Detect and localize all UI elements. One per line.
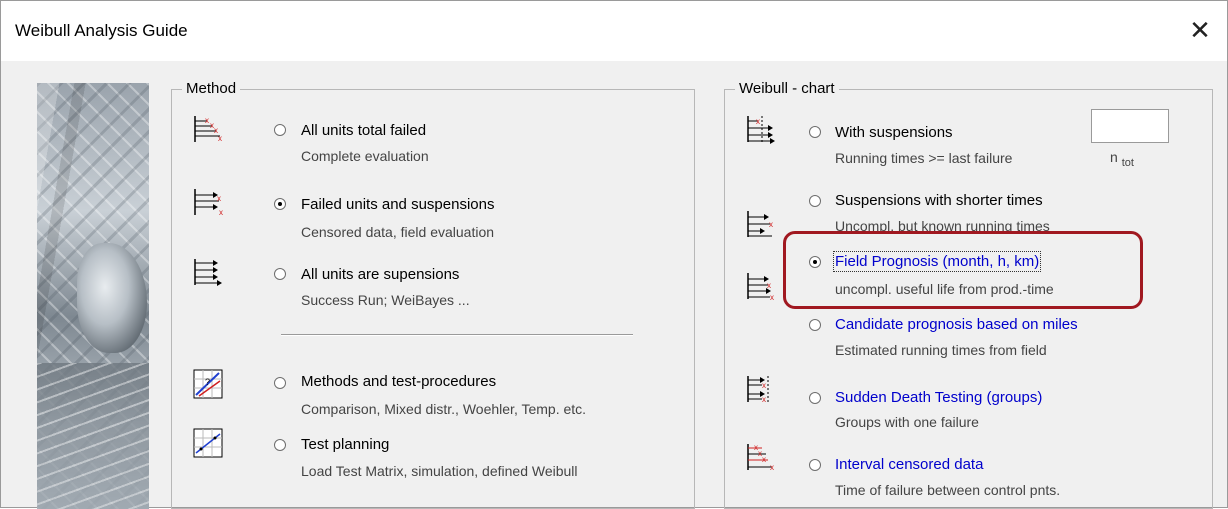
title-bar: Weibull Analysis Guide ✕: [1, 1, 1227, 61]
method-sub-all-failed: Complete evaluation: [301, 148, 429, 164]
svg-text:x: x: [762, 381, 766, 390]
failed-and-suspensions-icon: xx: [194, 189, 223, 217]
radio-with-suspensions[interactable]: [809, 126, 821, 138]
test-planning-icon: [193, 428, 223, 458]
methods-chart-icon: ?: [193, 369, 223, 399]
all-failed-icon: xx xx: [194, 116, 222, 143]
chart-sub-sudden-death: Groups with one failure: [835, 414, 979, 430]
method-label-all-suspensions: All units are supensions: [301, 266, 460, 283]
sudden-death-icon: x x: [747, 376, 769, 404]
svg-text:x: x: [219, 208, 223, 217]
radio-shorter-times[interactable]: [809, 195, 821, 207]
svg-text:x: x: [762, 455, 766, 464]
svg-text:?: ?: [205, 377, 210, 387]
svg-text:x: x: [756, 117, 760, 126]
radio-test-planning[interactable]: [274, 439, 286, 451]
chart-sub-candidate-prognosis: Estimated running times from field: [835, 342, 1047, 358]
method-sub-failed-suspensions: Censored data, field evaluation: [301, 224, 495, 240]
window-title: Weibull Analysis Guide: [15, 21, 188, 40]
all-suspensions-icon: [194, 259, 222, 286]
radio-failed-suspensions[interactable]: [274, 198, 286, 210]
svg-text:x: x: [217, 194, 221, 203]
svg-text:x: x: [770, 463, 774, 472]
close-icon[interactable]: ✕: [1183, 13, 1217, 47]
chart-label-shorter-times: Suspensions with shorter times: [835, 192, 1043, 209]
method-label-test-procedures: Methods and test-procedures: [301, 373, 497, 390]
svg-text:x: x: [218, 134, 222, 143]
chart-label-interval-censored: Interval censored data: [835, 456, 984, 473]
radio-all-failed[interactable]: [274, 124, 286, 136]
shorter-suspensions-icon: x: [747, 211, 773, 237]
n-tot-input[interactable]: [1091, 109, 1169, 143]
chart-label-candidate-prognosis: Candidate prognosis based on miles: [835, 316, 1078, 333]
with-suspensions-icon: x: [747, 116, 775, 144]
highlight-annotation: [783, 231, 1143, 309]
n-tot-label: n tot: [1110, 149, 1134, 169]
radio-all-suspensions[interactable]: [274, 268, 286, 280]
svg-text:x: x: [205, 116, 209, 125]
method-label-all-failed: All units total failed: [301, 122, 427, 139]
decorative-side-image: [37, 83, 149, 509]
interval-censored-icon: x x x x: [747, 443, 774, 472]
svg-text:x: x: [762, 395, 766, 404]
radio-test-procedures[interactable]: [274, 377, 286, 389]
method-sub-test-procedures: Comparison, Mixed distr., Woehler, Temp.…: [301, 401, 587, 417]
radio-candidate-prognosis[interactable]: [809, 319, 821, 331]
field-prognosis-icon: x x: [747, 273, 774, 301]
method-sub-test-planning: Load Test Matrix, simulation, defined We…: [301, 463, 578, 479]
method-label-test-planning: Test planning: [301, 436, 390, 453]
weibull-chart-legend: Weibull - chart: [735, 80, 839, 97]
svg-text:x: x: [770, 293, 774, 301]
svg-text:x: x: [769, 220, 773, 229]
chart-sub-interval-censored: Time of failure between control pnts.: [835, 482, 1061, 498]
method-sub-all-suspensions: Success Run; WeiBayes ...: [301, 292, 470, 308]
chart-sub-with-suspensions: Running times >= last failure: [835, 150, 1013, 166]
svg-text:x: x: [767, 281, 771, 290]
chart-label-with-suspensions: With suspensions: [835, 124, 953, 141]
dialog-window: Weibull Analysis Guide ✕ Method xx xx xx…: [0, 0, 1228, 509]
chart-label-sudden-death: Sudden Death Testing (groups): [835, 389, 1043, 406]
method-group-legend: Method: [182, 80, 241, 97]
radio-interval-censored[interactable]: [809, 459, 821, 471]
method-separator: [281, 334, 633, 336]
radio-sudden-death[interactable]: [809, 392, 821, 404]
method-label-failed-suspensions: Failed units and suspensions: [301, 196, 495, 213]
